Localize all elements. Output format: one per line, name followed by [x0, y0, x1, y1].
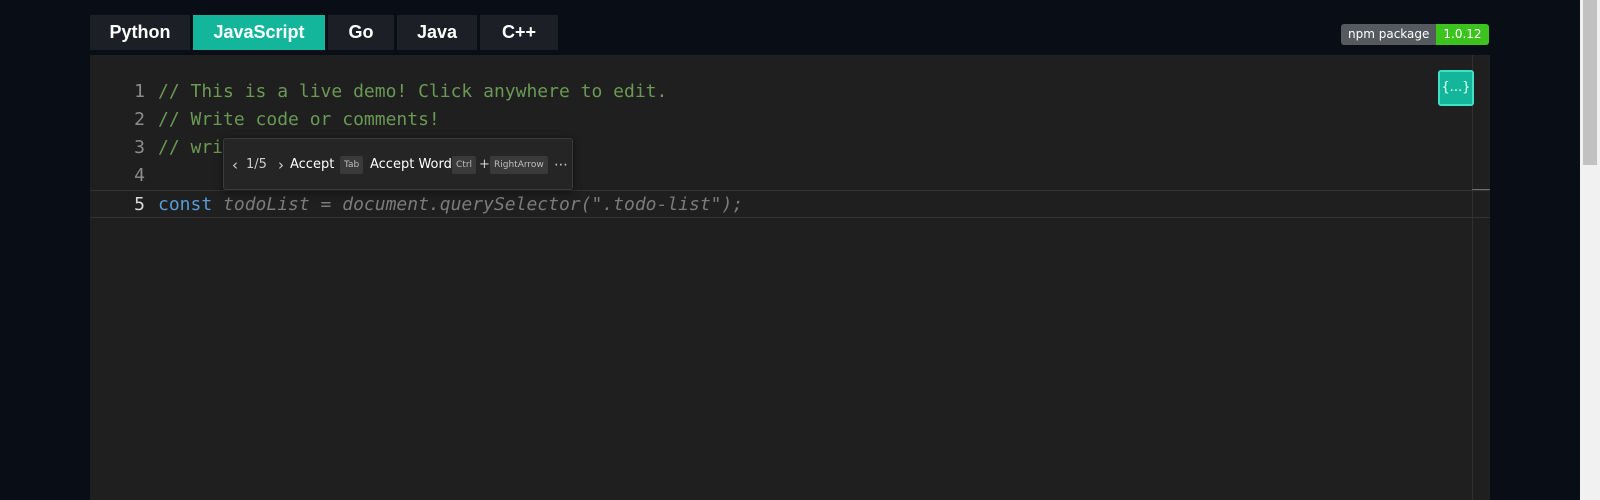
- ctrl-key-hint: Ctrl: [452, 139, 477, 191]
- code-line-current[interactable]: 5 const todoList = document.querySelecto…: [90, 190, 1490, 218]
- language-tabs: Python JavaScript Go Java C++: [90, 15, 558, 50]
- npm-badge-label: npm package: [1341, 24, 1437, 45]
- line-number: 4: [134, 165, 145, 186]
- line-number: 3: [134, 137, 145, 158]
- accept-word-button[interactable]: Accept Word: [370, 139, 452, 191]
- page: Python JavaScript Go Java C++ npm packag…: [0, 0, 1600, 500]
- accept-key-hint: Tab: [340, 139, 364, 191]
- suggestion-counter: 1/5: [246, 157, 267, 172]
- code-text: // wri: [158, 137, 224, 158]
- ghost-suggestion-text: todoList = document.querySelector(".todo…: [212, 194, 744, 215]
- line-number: 2: [134, 109, 145, 130]
- code-line[interactable]: 1 // This is a live demo! Click anywhere…: [90, 78, 1490, 106]
- plus-sign: +: [479, 157, 490, 172]
- chevron-left-icon[interactable]: ‹: [232, 139, 238, 191]
- inline-suggestion-toolbar: ‹ 1/5 › Accept Tab Accept Word Ctrl + Ri…: [223, 138, 573, 190]
- rightarrow-key-hint: RightArrow: [490, 139, 548, 191]
- code-text: // This is a live demo! Click anywhere t…: [158, 81, 668, 102]
- ctrl-key: Ctrl: [452, 155, 477, 174]
- code-line[interactable]: 2 // Write code or comments!: [90, 106, 1490, 134]
- page-scrollbar-thumb[interactable]: [1583, 0, 1597, 165]
- format-code-button[interactable]: {...}: [1438, 70, 1474, 106]
- tab-key: Tab: [340, 155, 364, 174]
- line-number: 5: [134, 194, 145, 215]
- line-number: 1: [134, 81, 145, 102]
- tab-javascript[interactable]: JavaScript: [193, 15, 325, 50]
- code-text: // Write code or comments!: [158, 109, 440, 130]
- accept-button[interactable]: Accept: [290, 139, 334, 191]
- chevron-right-icon[interactable]: ›: [278, 139, 284, 191]
- keyword-const: const: [158, 194, 213, 215]
- rightarrow-key: RightArrow: [490, 155, 548, 174]
- more-options-icon[interactable]: ⋯: [554, 139, 568, 191]
- tab-cpp[interactable]: C++: [480, 15, 558, 50]
- tab-java[interactable]: Java: [397, 15, 477, 50]
- npm-badge[interactable]: npm package 1.0.12: [1341, 24, 1489, 45]
- npm-badge-version: 1.0.12: [1436, 24, 1489, 45]
- tab-python[interactable]: Python: [90, 15, 190, 50]
- tab-go[interactable]: Go: [328, 15, 394, 50]
- code-text: const todoList = document.querySelector(…: [158, 191, 743, 219]
